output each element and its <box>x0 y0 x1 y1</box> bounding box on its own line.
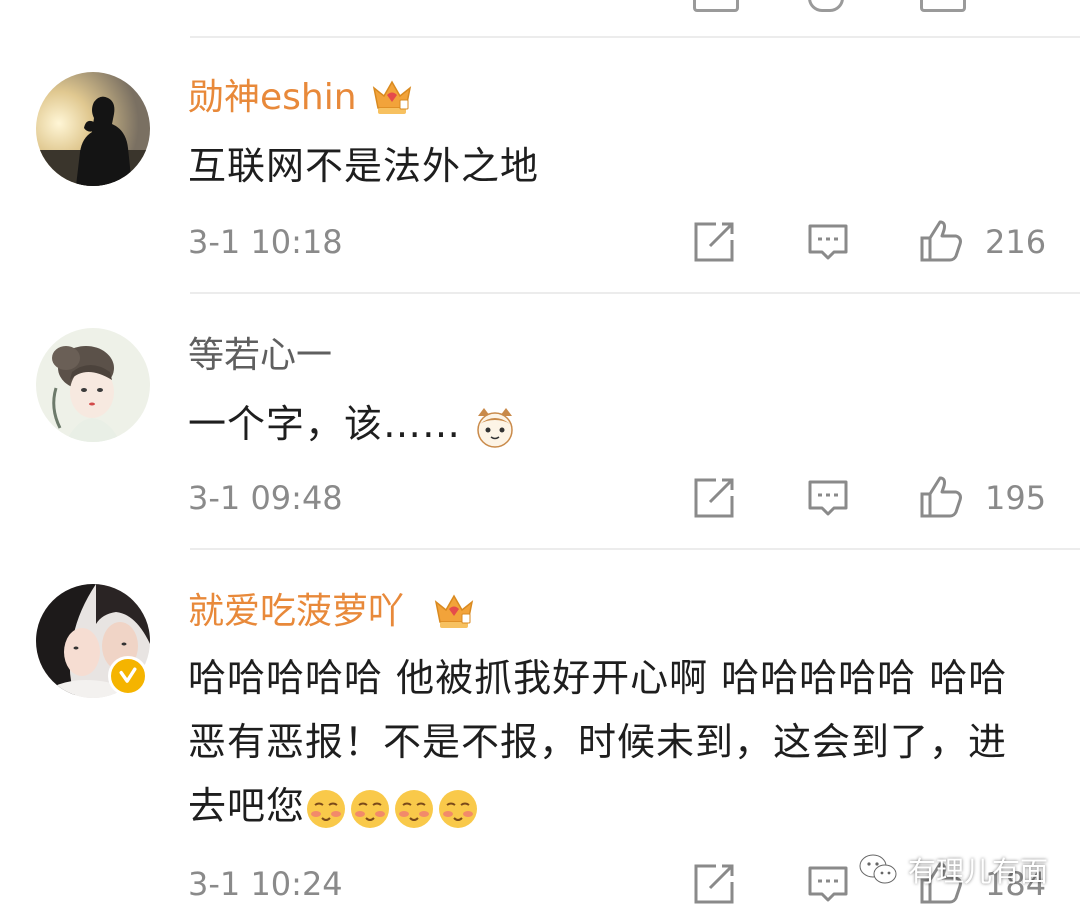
divider <box>190 548 1080 550</box>
like-icon[interactable] <box>918 474 962 518</box>
comment-text: 互联网不是法外之地 <box>188 144 540 188</box>
crown-icon <box>372 80 412 114</box>
share-icon[interactable] <box>692 476 736 520</box>
watermark-text: 有理儿有面 <box>908 855 1049 888</box>
crown-icon <box>434 594 474 628</box>
share-icon[interactable] <box>692 220 736 264</box>
previous-comment-actions <box>0 0 1080 12</box>
avatar[interactable] <box>36 72 150 186</box>
blush-emoji <box>307 789 478 828</box>
timestamp: 3-1 10:18 <box>188 223 343 261</box>
username[interactable]: 等若心一 <box>188 334 332 378</box>
comment-icon[interactable] <box>808 0 844 12</box>
wechat-icon <box>859 854 897 884</box>
divider <box>190 36 1080 38</box>
timestamp: 3-1 09:48 <box>188 479 343 517</box>
share-icon[interactable] <box>693 0 739 12</box>
divider <box>190 292 1080 294</box>
verified-badge-icon <box>108 656 148 696</box>
like-count: 195 <box>985 479 1047 517</box>
comment-text: 一个字，该…… <box>188 392 516 456</box>
username[interactable]: 勋神eshin <box>188 76 357 120</box>
avatar[interactable] <box>36 328 150 442</box>
watermark: 有理儿有面 <box>858 850 1048 890</box>
comment-text: 哈哈哈哈哈 他被抓我好开心啊 哈哈哈哈哈 哈哈 恶有恶报！不是不报，时候未到，这… <box>188 656 1008 828</box>
comment-icon[interactable] <box>806 476 850 520</box>
timestamp: 3-1 10:24 <box>188 865 343 903</box>
like-icon[interactable] <box>920 0 966 12</box>
like-icon[interactable] <box>918 218 962 262</box>
username[interactable]: 就爱吃菠萝吖 <box>188 590 404 634</box>
like-count: 216 <box>985 223 1047 261</box>
cat-emoji <box>477 407 513 448</box>
comment-icon[interactable] <box>806 220 850 264</box>
comment-icon[interactable] <box>806 862 850 906</box>
share-icon[interactable] <box>692 862 736 906</box>
